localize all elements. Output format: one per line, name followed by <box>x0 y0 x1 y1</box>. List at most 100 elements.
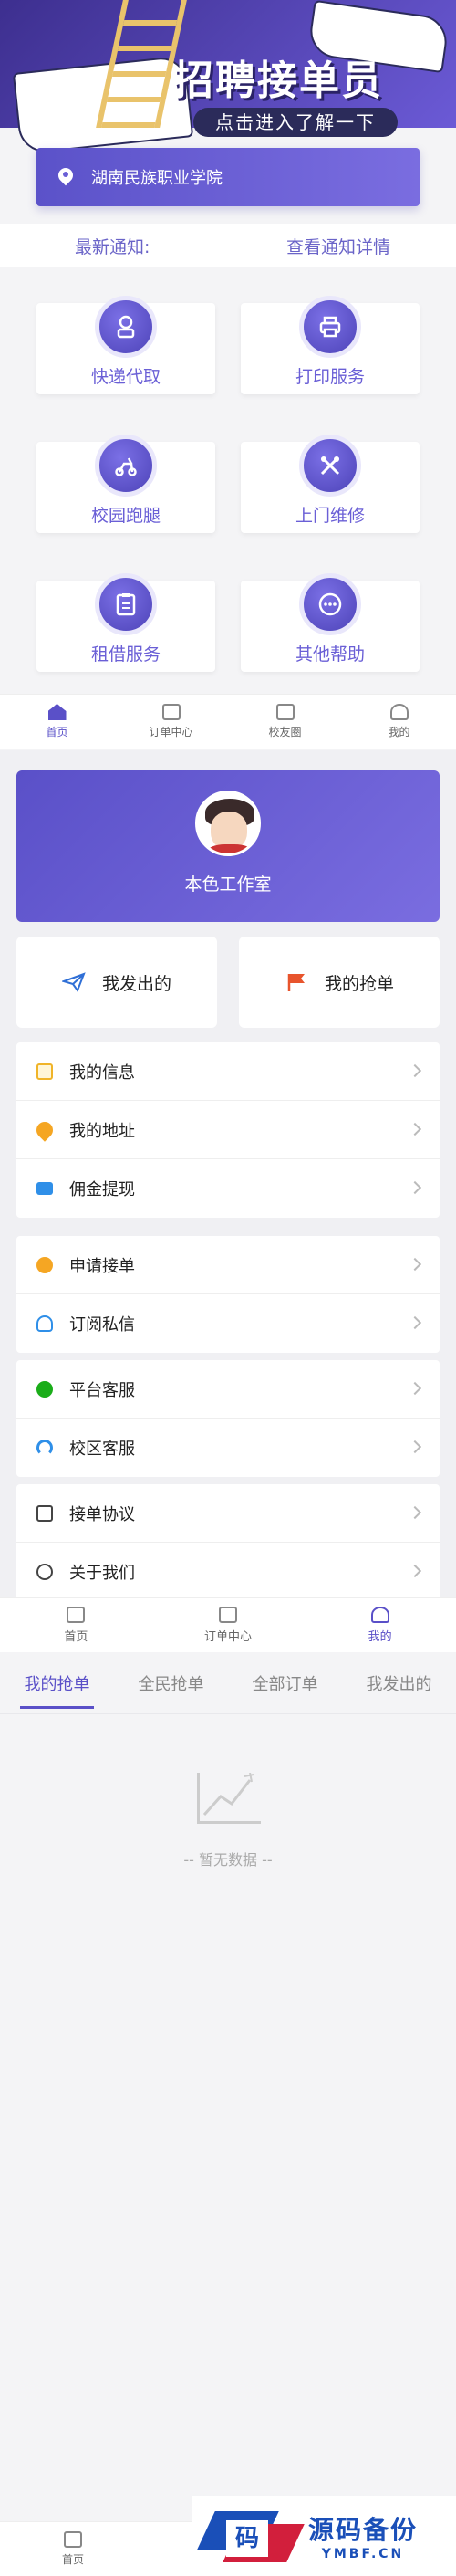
tab-home[interactable]: 首页 <box>0 695 114 749</box>
menu-item-apply[interactable]: 申请接单 <box>16 1236 440 1294</box>
chevron-right-icon <box>408 1564 422 1578</box>
chevron-right-icon <box>408 1381 422 1396</box>
watermark-text: 源码备份 YMBF.CN <box>308 2510 418 2561</box>
paper-plane-icon <box>61 972 86 992</box>
document-icon <box>36 1504 53 1522</box>
avatar-body <box>207 844 253 853</box>
service-tile-courier[interactable]: 快递代取 <box>36 296 215 394</box>
service-label: 其他帮助 <box>295 644 365 665</box>
service-grid: 快递代取 打印服务 校园跑腿 上门维修 租借服务 其他帮助 <box>0 270 456 695</box>
mine-screen: 本色工作室 我发出的 我的抢单 我的信息 我的地址 佣金提现 申请接单 订阅私信… <box>0 750 456 1601</box>
menu-label: 我的信息 <box>69 1063 135 1083</box>
courier-icon <box>95 296 157 358</box>
quick-actions: 我发出的 我的抢单 <box>16 937 440 1028</box>
school-location-bar[interactable]: 湖南民族职业学院 <box>36 148 420 206</box>
profile-card[interactable]: 本色工作室 <box>16 770 440 922</box>
watermark-logo-char: 码 <box>226 2520 268 2557</box>
tab-all-orders[interactable]: 全部订单 <box>228 1656 342 1714</box>
tab-label: 首页 <box>46 726 68 738</box>
menu-item-platform-service[interactable]: 平台客服 <box>16 1360 440 1419</box>
wechat-icon <box>36 1380 53 1398</box>
tab-label: 订单中心 <box>149 726 193 738</box>
service-tile-other[interactable]: 其他帮助 <box>241 573 420 672</box>
menu-label: 校区客服 <box>69 1440 135 1459</box>
service-label: 上门维修 <box>295 506 365 526</box>
service-tile-repair[interactable]: 上门维修 <box>241 435 420 533</box>
service-tile-rent[interactable]: 租借服务 <box>36 573 215 672</box>
menu-item-withdraw[interactable]: 佣金提现 <box>16 1159 440 1218</box>
tab-label: 我的 <box>368 1630 392 1644</box>
orders-screen: 我的抢单 全民抢单 全部订单 我发出的 -- 暂无数据 -- <box>0 1656 456 2521</box>
info-icon <box>36 1063 53 1080</box>
sent-orders-button[interactable]: 我发出的 <box>16 937 217 1028</box>
menu-item-campus-service[interactable]: 校区客服 <box>16 1419 440 1477</box>
about-icon <box>36 1564 53 1580</box>
bell-icon <box>36 1315 53 1332</box>
empty-chart-icon <box>182 1754 274 1837</box>
chevron-right-icon <box>408 1257 422 1272</box>
apply-icon <box>36 1256 53 1273</box>
chevron-right-icon <box>408 1063 422 1078</box>
menu-group-account: 我的信息 我的地址 佣金提现 <box>16 1042 440 1218</box>
location-icon <box>33 1117 57 1142</box>
menu-label: 接单协议 <box>69 1504 135 1524</box>
service-tile-print[interactable]: 打印服务 <box>241 296 420 394</box>
avatar[interactable] <box>195 791 261 856</box>
grabbed-orders-button[interactable]: 我的抢单 <box>239 937 440 1028</box>
school-name: 湖南民族职业学院 <box>91 169 223 188</box>
banner-title: 招聘接单员 <box>173 58 383 104</box>
tab-my-grabbed[interactable]: 我的抢单 <box>0 1656 114 1714</box>
menu-item-subscribe[interactable]: 订阅私信 <box>16 1294 440 1353</box>
chevron-right-icon <box>408 1315 422 1330</box>
chevron-right-icon <box>408 1122 422 1136</box>
tab-label: 我的 <box>388 726 410 738</box>
tab-all-grab[interactable]: 全民抢单 <box>114 1656 228 1714</box>
tab-sent[interactable]: 我发出的 <box>342 1656 456 1714</box>
menu-label: 申请接单 <box>69 1256 135 1276</box>
tab-orders[interactable]: 订单中心 <box>114 695 228 749</box>
shop-icon <box>275 704 295 720</box>
printer-icon <box>299 296 361 358</box>
user-icon <box>389 704 409 720</box>
menu-item-agreement[interactable]: 接单协议 <box>16 1484 440 1543</box>
home-icon <box>67 1607 86 1623</box>
watermark-domain: YMBF.CN <box>321 2547 405 2561</box>
chevron-right-icon <box>408 1440 422 1454</box>
banner-subtitle[interactable]: 点击进入了解一下 <box>193 108 398 137</box>
user-icon <box>370 1607 389 1623</box>
page-root: 招聘接单员 点击进入了解一下 湖南民族职业学院 最新通知: 查看通知详情 快递代… <box>0 0 456 2576</box>
headset-icon <box>36 1440 53 1456</box>
tab-mine[interactable]: 我的 <box>342 695 456 749</box>
chevron-right-icon <box>408 1180 422 1195</box>
menu-item-my-address[interactable]: 我的地址 <box>16 1101 440 1159</box>
menu-group-service: 平台客服 校区客服 <box>16 1360 440 1477</box>
order-tabs: 我的抢单 全民抢单 全部订单 我发出的 <box>0 1656 456 1714</box>
menu-item-my-info[interactable]: 我的信息 <box>16 1042 440 1101</box>
order-icon <box>161 704 181 720</box>
order-icon <box>219 1607 237 1623</box>
menu-item-about[interactable]: 关于我们 <box>16 1543 440 1601</box>
tab-mine[interactable]: 我的 <box>304 1598 456 1652</box>
tab-orders[interactable]: 订单中心 <box>152 1598 305 1652</box>
recruit-banner[interactable]: 招聘接单员 点击进入了解一下 湖南民族职业学院 <box>0 0 456 228</box>
profile-name: 本色工作室 <box>184 874 272 895</box>
service-label: 快递代取 <box>90 367 161 387</box>
more-icon <box>299 573 361 635</box>
menu-label: 关于我们 <box>69 1564 135 1583</box>
tools-icon <box>299 435 361 497</box>
sent-orders-label: 我发出的 <box>101 973 171 994</box>
menu-label: 订阅私信 <box>69 1315 135 1335</box>
empty-state: -- 暂无数据 -- <box>0 1754 456 1869</box>
menu-label: 我的地址 <box>69 1121 135 1141</box>
card-icon <box>36 1182 53 1195</box>
tab-home[interactable]: 首页 <box>0 2522 146 2576</box>
service-label: 校园跑腿 <box>90 506 161 526</box>
tab-home[interactable]: 首页 <box>0 1598 152 1652</box>
service-tile-errand[interactable]: 校园跑腿 <box>36 435 215 533</box>
tab-label: 首页 <box>64 1630 88 1644</box>
menu-group-about: 接单协议 关于我们 <box>16 1484 440 1601</box>
notice-detail-link[interactable]: 查看通知详情 <box>286 234 390 258</box>
tab-label: 首页 <box>61 2553 84 2566</box>
service-label: 租借服务 <box>90 644 161 665</box>
tab-alumni[interactable]: 校友圈 <box>228 695 342 749</box>
